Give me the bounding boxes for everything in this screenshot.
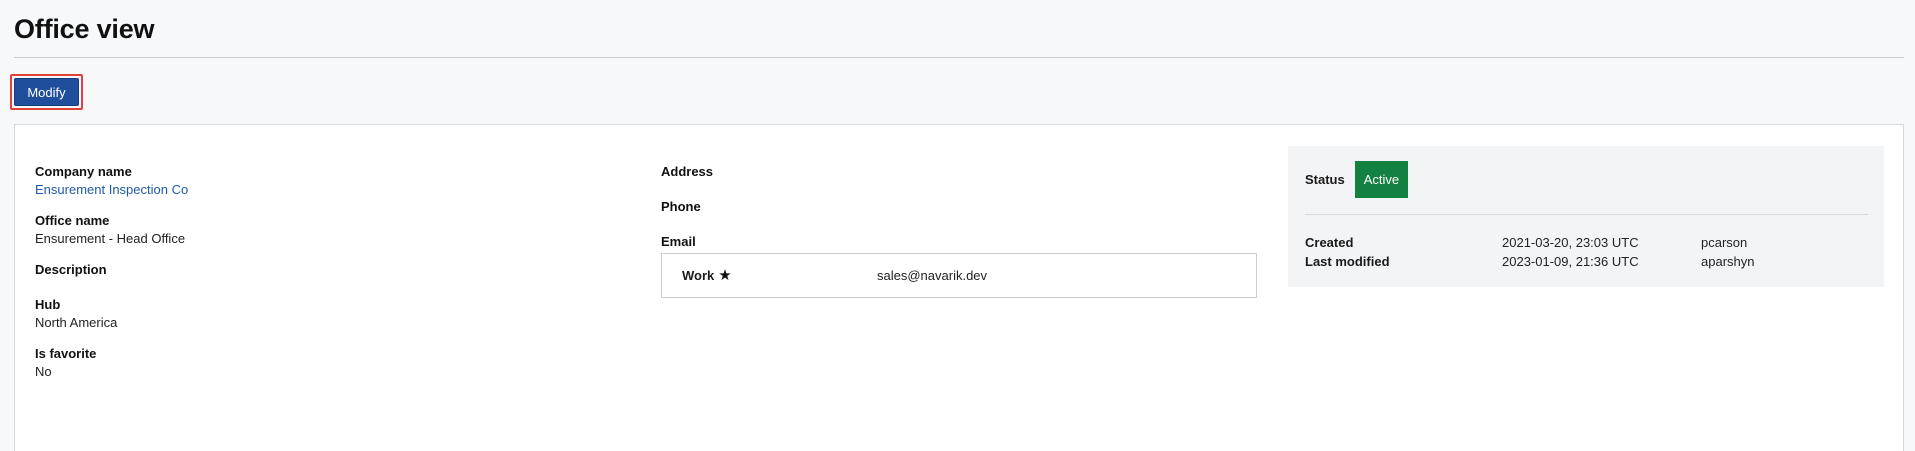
hub-field: Hub North America: [35, 296, 595, 332]
modify-button[interactable]: Modify: [14, 78, 79, 106]
modify-button-focus-ring: Modify: [10, 74, 83, 110]
modified-label: Last modified: [1305, 254, 1390, 269]
address-label: Address: [661, 164, 714, 179]
office-name-field: Office name Ensurement - Head Office: [35, 212, 595, 248]
email-type: Work ★: [682, 268, 732, 283]
office-name-label: Office name: [35, 213, 110, 228]
created-label: Created: [1305, 235, 1354, 250]
office-name-value: Ensurement - Head Office: [35, 231, 186, 246]
email-type-label: Work: [682, 268, 715, 283]
description-field: Description: [35, 261, 595, 278]
created-user: pcarson: [1701, 235, 1748, 250]
star-icon: ★: [718, 267, 732, 284]
email-list-item: Work ★ sales@navarik.dev: [661, 253, 1257, 298]
status-panel: Status Active Created 2021-03-20, 23:03 …: [1288, 146, 1884, 287]
is-favorite-field: Is favorite No: [35, 345, 595, 381]
audit-info: Created 2021-03-20, 23:03 UTC pcarson La…: [1305, 235, 1865, 273]
status-badge: Active: [1354, 161, 1409, 198]
office-details-card: Company name Ensurement Inspection Co Of…: [14, 124, 1904, 451]
phone-label: Phone: [661, 199, 701, 214]
description-label: Description: [35, 262, 107, 277]
contact-info-column: Address Phone Email Work ★ sales@navarik…: [661, 163, 1272, 298]
hub-value: North America: [35, 315, 118, 330]
company-name-link[interactable]: Ensurement Inspection Co: [35, 180, 595, 199]
company-name-field: Company name Ensurement Inspection Co: [35, 163, 595, 199]
status-panel-divider: [1305, 214, 1868, 215]
hub-label: Hub: [35, 297, 61, 312]
general-info-column: Company name Ensurement Inspection Co Of…: [35, 163, 595, 394]
company-name-label: Company name: [35, 164, 132, 179]
modified-date: 2023-01-09, 21:36 UTC: [1502, 254, 1639, 269]
title-divider: [14, 57, 1904, 58]
email-label: Email: [661, 234, 696, 249]
created-date: 2021-03-20, 23:03 UTC: [1502, 235, 1639, 250]
is-favorite-label: Is favorite: [35, 346, 97, 361]
office-view-page: Office view Modify Company name Ensureme…: [0, 0, 1915, 451]
email-address: sales@navarik.dev: [877, 268, 988, 283]
modified-row: Last modified 2023-01-09, 21:36 UTC apar…: [1305, 254, 1865, 273]
page-title: Office view: [14, 14, 155, 44]
status-row: Status Active: [1305, 161, 1409, 198]
status-label: Status: [1305, 172, 1345, 187]
modified-user: aparshyn: [1701, 254, 1755, 269]
created-row: Created 2021-03-20, 23:03 UTC pcarson: [1305, 235, 1865, 254]
is-favorite-value: No: [35, 364, 52, 379]
